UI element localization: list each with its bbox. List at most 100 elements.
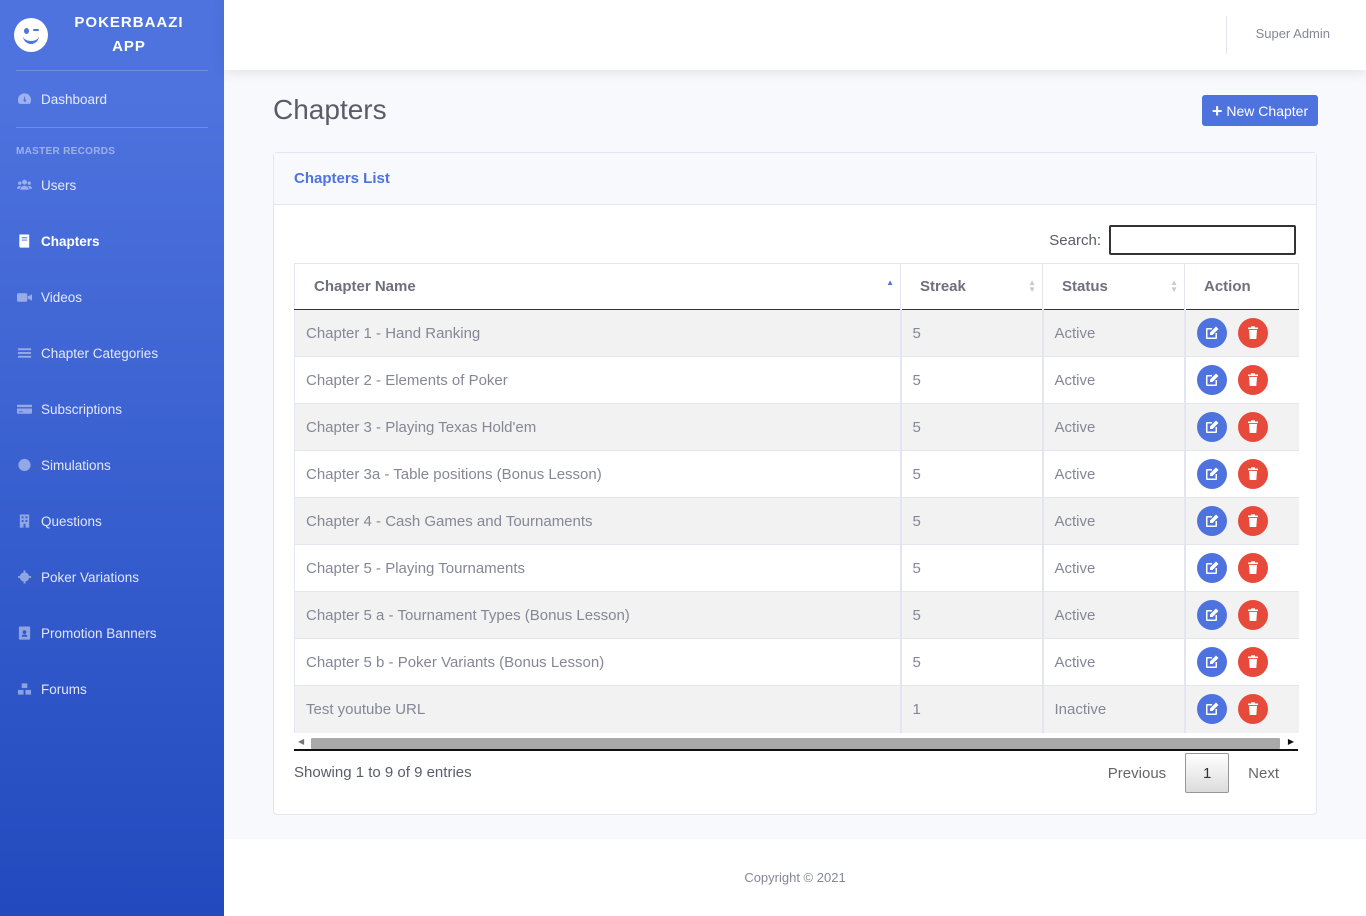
action-cell — [1184, 497, 1299, 545]
new-chapter-button[interactable]: + New Chapter — [1202, 95, 1318, 126]
scroll-left-icon[interactable]: ◀ — [298, 737, 304, 746]
delete-button[interactable] — [1237, 506, 1268, 536]
scroll-right-icon[interactable]: ▶ — [1288, 737, 1294, 746]
chapter-name-cell: Chapter 1 - Hand Ranking — [294, 309, 902, 357]
sidebar-item-questions[interactable]: Questions — [0, 493, 224, 549]
sidebar-item-subscriptions[interactable]: Subscriptions — [0, 381, 224, 437]
edit-button[interactable] — [1196, 694, 1227, 725]
sidebar-item-poker-variations[interactable]: Poker Variations — [0, 549, 224, 605]
chapters-card: Chapters List Search: Chapter Name ▲▼ St… — [273, 152, 1317, 815]
brand-link[interactable]: POKERBAAZI APP — [0, 0, 224, 70]
delete-button[interactable] — [1237, 647, 1268, 677]
sidebar-item-label: Chapter Categories — [41, 345, 159, 361]
search-input[interactable] — [1109, 225, 1296, 255]
pagination: Previous 1 Next — [1108, 753, 1296, 793]
column-header-streak[interactable]: Streak ▲ ▼ — [900, 263, 1043, 310]
sidebar-item-label: Dashboard — [41, 91, 108, 107]
table-row: Test youtube URL 1 Inactive — [294, 685, 1299, 733]
sidebar-item-users[interactable]: Users — [0, 157, 224, 213]
chapter-name-cell: Chapter 5 b - Poker Variants (Bonus Less… — [294, 638, 902, 686]
sidebar-item-forums[interactable]: Forums — [0, 661, 224, 717]
edit-button[interactable] — [1196, 553, 1227, 583]
table-row: Chapter 2 - Elements of Poker 5 Active — [294, 356, 1299, 404]
chapter-name-cell: Chapter 3a - Table positions (Bonus Less… — [294, 450, 902, 498]
sidebar-item-label: Simulations — [41, 457, 111, 473]
search-label: Search: — [1049, 231, 1101, 249]
edit-icon — [1205, 561, 1218, 574]
topbar-divider — [1226, 16, 1227, 54]
table-row: Chapter 5 a - Tournament Types (Bonus Le… — [294, 591, 1299, 639]
delete-button[interactable] — [1237, 459, 1268, 489]
status-cell: Inactive — [1042, 685, 1186, 733]
trash-icon — [1247, 420, 1258, 433]
table-row: Chapter 5 b - Poker Variants (Bonus Less… — [294, 638, 1299, 686]
status-cell: Active — [1042, 403, 1186, 451]
horizontal-scrollbar[interactable]: ◀ ▶ — [294, 735, 1298, 751]
sort-icon: ▲ ▼ — [1170, 278, 1178, 294]
trash-icon — [1247, 326, 1258, 339]
card-title: Chapters List — [274, 153, 1316, 205]
sort-asc-icon: ▲▼ — [886, 278, 894, 287]
delete-button[interactable] — [1237, 553, 1268, 583]
edit-button[interactable] — [1196, 318, 1227, 348]
delete-button[interactable] — [1237, 600, 1268, 630]
delete-button[interactable] — [1237, 365, 1268, 395]
table-info: Showing 1 to 9 of 9 entries — [294, 764, 472, 781]
sidebar-item-simulations[interactable]: Simulations — [0, 437, 224, 493]
sidebar-item-promotion-banners[interactable]: Promotion Banners — [0, 605, 224, 661]
column-header-chapter-name[interactable]: Chapter Name ▲▼ — [294, 263, 901, 310]
column-header-status[interactable]: Status ▲ ▼ — [1042, 263, 1185, 310]
trash-icon — [1247, 561, 1258, 574]
streak-cell: 5 — [900, 591, 1044, 639]
delete-button[interactable] — [1237, 318, 1268, 348]
table-row: Chapter 5 - Playing Tournaments 5 Active — [294, 544, 1299, 592]
video-icon — [16, 290, 33, 304]
list-icon — [16, 346, 33, 360]
id-badge-icon — [16, 626, 33, 640]
edit-button[interactable] — [1196, 459, 1227, 489]
sidebar-item-chapter-categories[interactable]: Chapter Categories — [0, 325, 224, 381]
edit-icon — [1205, 420, 1218, 433]
edit-icon — [1205, 326, 1218, 339]
sidebar-heading: MASTER RECORDS — [16, 146, 116, 157]
action-cell — [1184, 591, 1299, 639]
streak-cell: 5 — [900, 450, 1044, 498]
status-cell: Active — [1042, 450, 1186, 498]
action-cell — [1184, 638, 1299, 686]
table-row: Chapter 1 - Hand Ranking 5 Active — [294, 309, 1299, 357]
status-cell: Active — [1042, 638, 1186, 686]
sidebar-item-videos[interactable]: Videos — [0, 269, 224, 325]
edit-button[interactable] — [1196, 365, 1227, 395]
sidebar-item-label: Users — [41, 177, 77, 193]
user-menu[interactable]: Super Admin — [1256, 26, 1330, 41]
status-cell: Active — [1042, 309, 1186, 357]
edit-button[interactable] — [1196, 600, 1227, 630]
sidebar: POKERBAAZI APP Dashboard MASTER RECORDS … — [0, 0, 224, 916]
edit-icon — [1205, 655, 1218, 668]
streak-cell: 5 — [900, 309, 1044, 357]
streak-cell: 5 — [900, 638, 1044, 686]
delete-button[interactable] — [1237, 694, 1268, 725]
users-icon — [16, 178, 33, 192]
page-button-current[interactable]: 1 — [1185, 753, 1230, 793]
basketball-icon — [16, 458, 33, 472]
edit-button[interactable] — [1196, 412, 1227, 442]
previous-page-button[interactable]: Previous — [1108, 765, 1166, 782]
edit-button[interactable] — [1196, 647, 1227, 677]
edit-button[interactable] — [1196, 506, 1227, 536]
column-header-action: Action — [1184, 263, 1299, 310]
chapter-name-cell: Test youtube URL — [294, 685, 902, 733]
next-page-button[interactable]: Next — [1248, 765, 1279, 782]
streak-cell: 5 — [900, 544, 1044, 592]
sidebar-item-label: Questions — [41, 513, 102, 529]
chapter-name-cell: Chapter 4 - Cash Games and Tournaments — [294, 497, 902, 545]
delete-button[interactable] — [1237, 412, 1268, 442]
sidebar-item-dashboard[interactable]: Dashboard — [0, 71, 224, 127]
footer: Copyright © 2021 — [224, 839, 1366, 916]
sort-icon: ▲ ▼ — [1028, 278, 1036, 294]
streak-cell: 5 — [900, 497, 1044, 545]
scrollbar-thumb[interactable] — [311, 738, 1280, 749]
streak-cell: 5 — [900, 403, 1044, 451]
sidebar-item-chapters[interactable]: Chapters — [0, 213, 224, 269]
status-cell: Active — [1042, 544, 1186, 592]
